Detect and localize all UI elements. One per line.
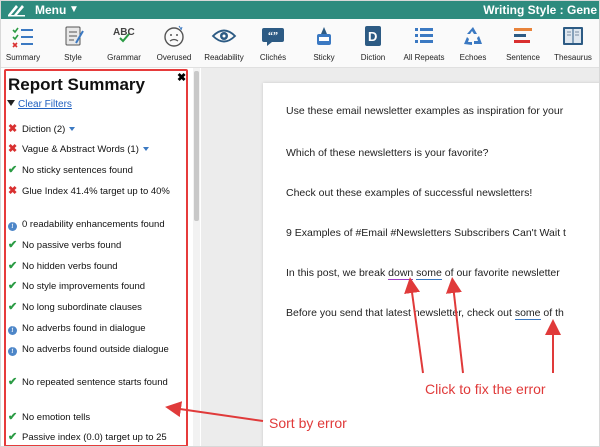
annotation-sort-error: Sort by error bbox=[269, 415, 347, 431]
arrow-to-down bbox=[404, 277, 424, 374]
annotation-fix-error: Click to fix the error bbox=[425, 381, 546, 397]
arrow-to-panel bbox=[165, 401, 264, 422]
app-window: Menu ▼ Writing Style : Gene Summary Styl… bbox=[0, 0, 600, 447]
arrow-to-some bbox=[445, 277, 464, 374]
